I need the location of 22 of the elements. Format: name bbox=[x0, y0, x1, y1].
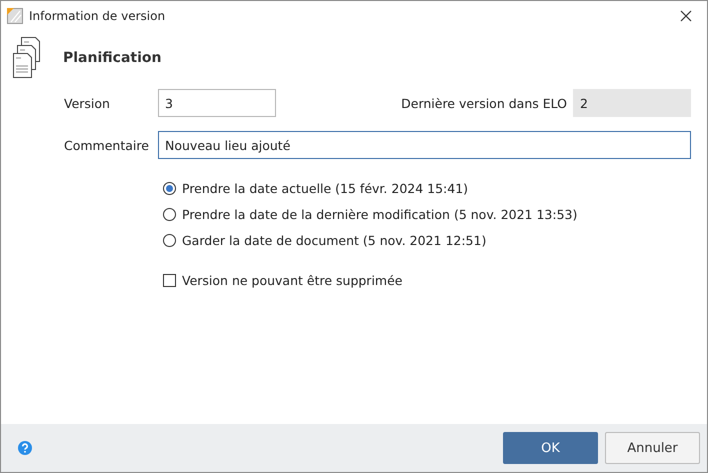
comment-field[interactable]: Nouveau lieu ajouté bbox=[158, 131, 691, 159]
latest-version-label: Dernière version dans ELO bbox=[401, 96, 567, 110]
app-icon bbox=[7, 8, 23, 24]
comment-label: Commentaire bbox=[64, 138, 150, 152]
cancel-button[interactable]: Annuler bbox=[605, 432, 700, 464]
radio-label: Prendre la date actuelle (15 févr. 2024 15:41) bbox=[182, 181, 468, 196]
documents-icon bbox=[11, 37, 43, 79]
ok-button[interactable]: OK bbox=[503, 432, 598, 464]
checkbox-label: Version ne pouvant être supprimée bbox=[182, 273, 402, 288]
checkbox[interactable] bbox=[163, 274, 176, 287]
heading: Planification bbox=[63, 50, 162, 66]
help-icon[interactable] bbox=[18, 441, 32, 455]
radio-label: Garder la date de document (5 nov. 2021 12:51) bbox=[182, 233, 486, 248]
window-title: Information de version bbox=[29, 9, 166, 23]
version-label: Version bbox=[64, 96, 111, 110]
version-field[interactable]: 3 bbox=[158, 89, 276, 117]
radio-button[interactable] bbox=[163, 234, 176, 247]
radio-button[interactable] bbox=[163, 182, 176, 195]
radio-label: Prendre la date de la dernière modification (5 nov. 2021 13:53) bbox=[182, 207, 578, 222]
radio-button[interactable] bbox=[163, 208, 176, 221]
latest-version-field[interactable]: 2 bbox=[573, 89, 691, 117]
close-icon[interactable] bbox=[680, 10, 692, 22]
